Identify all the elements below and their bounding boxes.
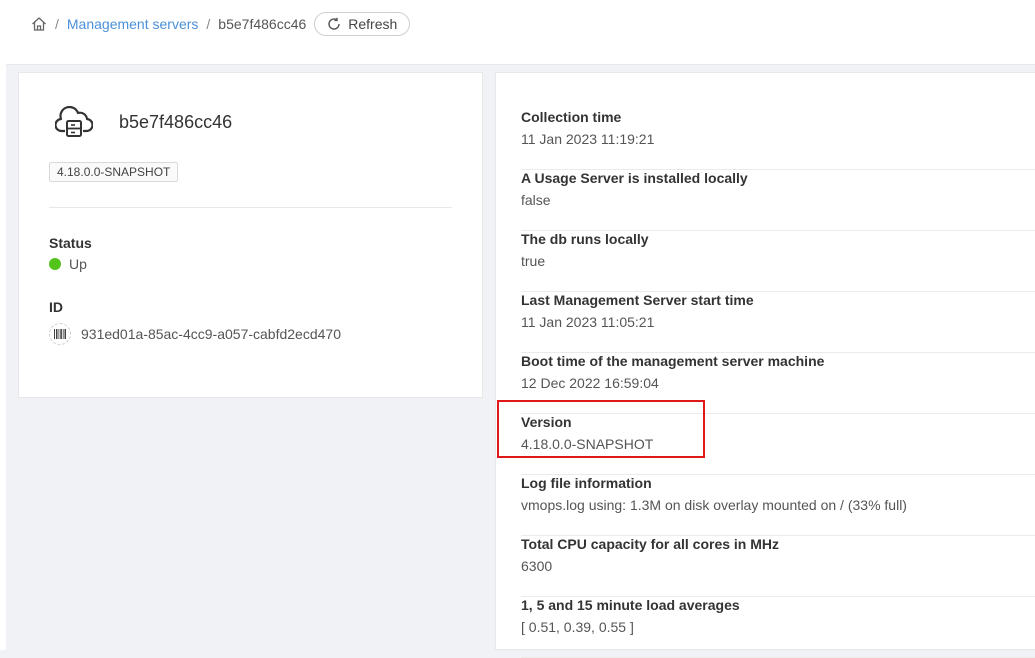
server-name: b5e7f486cc46 <box>119 112 233 132</box>
detail-value: vmops.log using: 1.3M on disk overlay mo… <box>521 497 907 513</box>
left-edge <box>0 0 6 650</box>
detail-value: 12 Dec 2022 16:59:04 <box>521 375 659 391</box>
detail-value: 11 Jan 2023 11:19:21 <box>521 131 655 147</box>
refresh-icon <box>327 17 341 31</box>
detail-label: 1, 5 and 15 minute load averages <box>521 597 740 613</box>
id-label: ID <box>49 299 63 315</box>
detail-value: true <box>521 253 546 269</box>
detail-value: 6300 <box>521 558 553 574</box>
breadcrumb-current: b5e7f486cc46 <box>218 16 307 32</box>
status-label: Status <box>49 235 92 251</box>
version-tag: 4.18.0.0-SNAPSHOT <box>49 162 179 182</box>
detail-value: false <box>521 192 551 208</box>
detail-label: The db runs locally <box>521 231 649 247</box>
breadcrumb: / Management servers / b5e7f486cc46 Refr… <box>31 12 411 36</box>
detail-load-averages: 1, 5 and 15 minute load averages [ 0.51,… <box>521 597 1035 658</box>
detail-cpu-capacity: Total CPU capacity for all cores in MHz … <box>521 536 1035 597</box>
detail-collection-time: Collection time 11 Jan 2023 11:19:21 <box>521 109 1035 170</box>
divider <box>49 207 452 208</box>
server-summary-card: b5e7f486cc46 4.18.0.0-SNAPSHOT Status Up… <box>18 72 483 398</box>
detail-value: [ 0.51, 0.39, 0.55 ] <box>521 619 634 635</box>
detail-label: Last Management Server start time <box>521 292 754 308</box>
detail-db-local: The db runs locally true <box>521 231 1035 292</box>
detail-value: 11 Jan 2023 11:05:21 <box>521 314 655 330</box>
barcode-icon[interactable] <box>49 323 71 345</box>
home-icon[interactable] <box>31 16 47 32</box>
breadcrumb-separator: / <box>55 16 59 32</box>
status-value: Up <box>69 256 87 272</box>
detail-label: Boot time of the management server machi… <box>521 353 825 369</box>
detail-log-file: Log file information vmops.log using: 1.… <box>521 475 1035 536</box>
refresh-label: Refresh <box>348 16 398 32</box>
detail-label: Collection time <box>521 109 622 125</box>
id-value: 931ed01a-85ac-4cc9-a057-cabfd2ecd470 <box>81 326 341 342</box>
detail-label: Total CPU capacity for all cores in MHz <box>521 536 780 552</box>
detail-usage-server-local: A Usage Server is installed locally fals… <box>521 170 1035 231</box>
breadcrumb-separator: / <box>206 16 211 32</box>
detail-last-start-time: Last Management Server start time 11 Jan… <box>521 292 1035 353</box>
version-highlight-box <box>497 400 705 458</box>
status-row: Up <box>49 256 87 272</box>
refresh-button[interactable]: Refresh <box>314 12 411 36</box>
detail-label: A Usage Server is installed locally <box>521 170 748 186</box>
page-header: / Management servers / b5e7f486cc46 Refr… <box>6 0 1035 65</box>
detail-label: Log file information <box>521 475 652 491</box>
status-dot <box>49 258 61 270</box>
breadcrumb-management-servers[interactable]: Management servers <box>67 16 199 32</box>
server-details-card: Collection time 11 Jan 2023 11:19:21 A U… <box>495 72 1035 658</box>
cloud-server-icon <box>54 105 94 138</box>
id-row: 931ed01a-85ac-4cc9-a057-cabfd2ecd470 <box>49 323 341 345</box>
